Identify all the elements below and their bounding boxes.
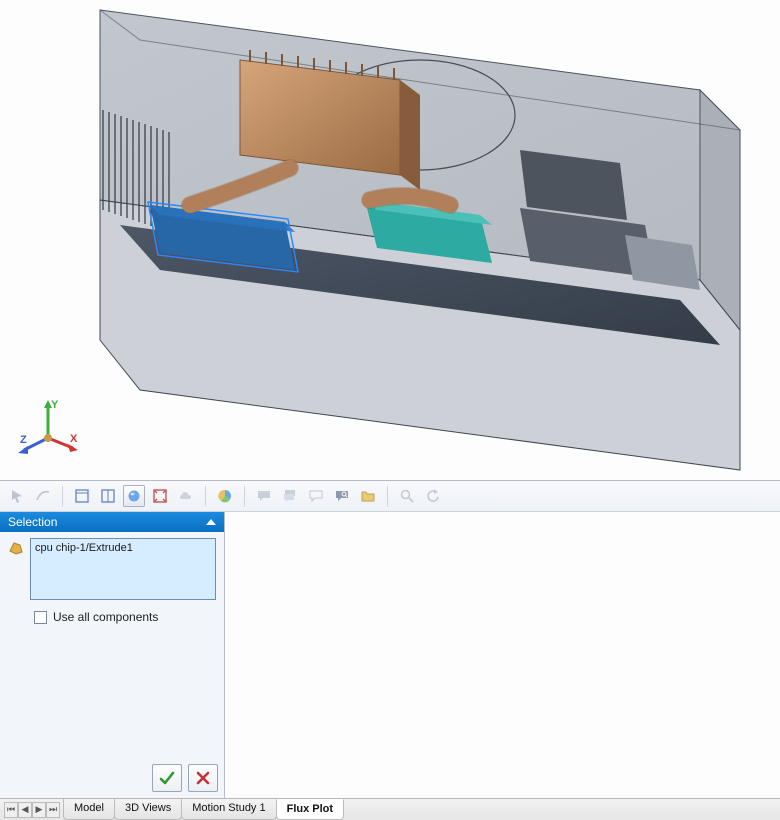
toolbar-separator — [62, 486, 63, 506]
use-all-components-row[interactable]: Use all components — [0, 600, 224, 624]
property-manager-area: Selection cpu chip-1/Extrude1 Use all co… — [0, 480, 780, 820]
comment-icon[interactable] — [253, 485, 275, 507]
cloud-icon[interactable] — [175, 485, 197, 507]
use-all-components-label: Use all components — [53, 610, 158, 624]
view-triad[interactable]: Y X Z — [18, 398, 78, 458]
cursor-icon[interactable] — [6, 485, 28, 507]
graphics-viewport[interactable]: Y X Z — [0, 0, 780, 480]
toolbar-separator — [244, 486, 245, 506]
triad-x-label: X — [70, 433, 78, 445]
search-bubble-icon[interactable] — [331, 485, 353, 507]
selection-section-header[interactable]: Selection — [0, 512, 224, 532]
tab-flux-plot[interactable]: Flux Plot — [276, 799, 344, 820]
sphere-icon[interactable] — [123, 485, 145, 507]
tab-scroll-first[interactable]: ⏮ — [4, 802, 18, 818]
selection-listbox[interactable]: cpu chip-1/Extrude1 — [30, 538, 216, 600]
tab-scroll-last[interactable]: ⏭ — [46, 802, 60, 818]
tab-scroll-next[interactable]: ▶ — [32, 802, 46, 818]
fit-bounds-icon[interactable] — [149, 485, 171, 507]
undo-icon[interactable] — [422, 485, 444, 507]
triad-y-label: Y — [51, 399, 59, 411]
folder-icon[interactable] — [357, 485, 379, 507]
toolbar-separator — [205, 486, 206, 506]
use-all-components-checkbox[interactable] — [34, 611, 47, 624]
tab-model[interactable]: Model — [63, 799, 115, 820]
collapse-caret-icon[interactable] — [206, 519, 216, 525]
plot-canvas[interactable] — [225, 512, 780, 798]
pie-chart-icon[interactable] — [214, 485, 236, 507]
tab-3d-views[interactable]: 3D Views — [114, 799, 182, 820]
model-3d-view[interactable] — [0, 0, 780, 480]
window-icon[interactable] — [71, 485, 93, 507]
toolbar-separator — [387, 486, 388, 506]
triad-z-label: Z — [20, 434, 27, 446]
tab-scroll-prev[interactable]: ◀ — [18, 802, 32, 818]
property-manager-pane: Selection cpu chip-1/Extrude1 Use all co… — [0, 512, 225, 798]
comment-stack-icon[interactable] — [279, 485, 301, 507]
tab-motion-study-1[interactable]: Motion Study 1 — [181, 799, 276, 820]
edge-select-icon[interactable] — [32, 485, 54, 507]
zoom-icon[interactable] — [396, 485, 418, 507]
ok-button[interactable] — [152, 764, 182, 792]
body-select-icon — [8, 540, 24, 556]
cancel-button[interactable] — [188, 764, 218, 792]
flow-sim-toolbar — [0, 481, 780, 512]
pane-icon[interactable] — [97, 485, 119, 507]
comment-outline-icon[interactable] — [305, 485, 327, 507]
config-tab-bar: ⏮ ◀ ▶ ⏭ Model 3D Views Motion Study 1 Fl… — [0, 798, 780, 820]
selection-section-title: Selection — [8, 515, 57, 529]
selection-item[interactable]: cpu chip-1/Extrude1 — [35, 542, 211, 554]
